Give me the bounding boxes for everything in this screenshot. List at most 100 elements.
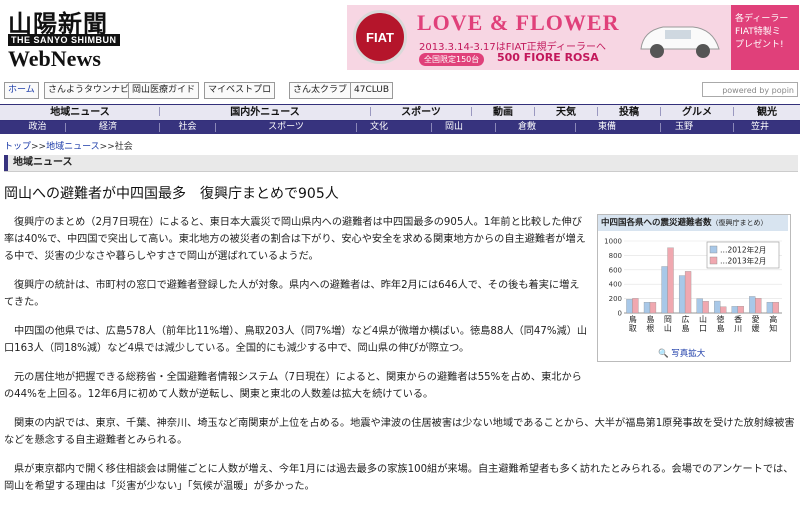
- bar-広島-0: [678, 275, 686, 314]
- x-tick-label: 愛: [752, 314, 760, 324]
- bar-鳥取-1: [632, 298, 639, 314]
- article-paragraph: 県が東京都内で開く移住相談会は開催ごとに人数が増え、今年1月には過去最多の家族1…: [4, 464, 794, 492]
- bar-愛媛-0: [749, 296, 756, 314]
- site-logo-webnews[interactable]: WebNews: [8, 46, 101, 72]
- article-paragraph: 復興庁のまとめ（2月7日現在）によると、東日本大震災で岡山県内への避難者は中四国…: [4, 217, 586, 262]
- legend-swatch: [709, 245, 718, 254]
- article-headline: 岡山への避難者が中四国最多 復興庁まとめで905人: [4, 186, 339, 202]
- x-tick-label: 島: [646, 314, 654, 324]
- nav-video[interactable]: 動画: [472, 105, 534, 120]
- link-home[interactable]: ホーム: [4, 82, 39, 99]
- bar-香川-1: [737, 306, 744, 314]
- subnav-kasaoka[interactable]: 笠井: [734, 121, 786, 134]
- bar-高知-1: [772, 302, 779, 314]
- subnav-kurashiki[interactable]: 倉敷: [496, 121, 558, 134]
- subnav-culture[interactable]: 文化: [357, 121, 401, 134]
- x-tick-label: 媛: [752, 323, 760, 333]
- legend-label: …2012年2月: [720, 245, 766, 255]
- bar-鳥取-0: [626, 299, 633, 314]
- link-47club[interactable]: 47CLUB: [350, 82, 394, 99]
- bar-広島-1: [684, 271, 692, 314]
- nav-weather[interactable]: 天気: [535, 105, 597, 120]
- x-tick-label: 山: [699, 314, 707, 324]
- evacuee-chart: 02004006008001000鳥取島根岡山広島山口徳島香川愛媛高知…2012…: [604, 238, 782, 333]
- nav-national-news[interactable]: 国内外ニュース: [160, 105, 370, 120]
- x-tick-label: 口: [699, 324, 707, 333]
- figure-title: 中四国各県への震災避難者数（復興庁まとめ）: [598, 215, 788, 231]
- article-paragraph: 中四国の他県では、広島578人（前年比11%増）、鳥取203人（同7%増）など4…: [4, 326, 588, 354]
- banner-line3: 500 FIORE ROSA: [497, 51, 599, 64]
- breadcrumb-current: 社会: [114, 142, 133, 152]
- y-tick-label: 600: [609, 266, 622, 274]
- subnav-okayama[interactable]: 岡山: [432, 121, 476, 134]
- legend-label: …2013年2月: [720, 256, 766, 266]
- link-santa-club[interactable]: さん太クラブ: [289, 82, 352, 99]
- figure-title-note: （復興庁まとめ）: [711, 219, 768, 227]
- bar-愛媛-1: [755, 298, 762, 314]
- x-tick-label: 島: [681, 323, 689, 333]
- banner-side-line: プレゼント!: [735, 40, 784, 50]
- nav-local-news[interactable]: 地域ニュース: [10, 105, 150, 120]
- x-tick-label: 鳥: [629, 314, 637, 324]
- article-paragraph: 元の居住地が把握できる総務省・全国避難者情報システム（7日現在）によると、関東か…: [4, 372, 582, 400]
- x-tick-label: 山: [664, 323, 672, 333]
- subnav-society[interactable]: 社会: [160, 121, 215, 134]
- bar-香川-0: [731, 306, 738, 314]
- breadcrumb-sep: >>: [99, 142, 115, 152]
- subnav-tobi[interactable]: 東備: [576, 121, 638, 134]
- breadcrumb: トップ>>地域ニュース>>社会: [4, 139, 133, 152]
- y-tick-label: 800: [609, 252, 622, 260]
- bar-高知-0: [766, 302, 774, 314]
- bar-徳島-1: [720, 306, 727, 314]
- nav-sports[interactable]: スポーツ: [371, 105, 471, 120]
- x-tick-label: 香: [734, 314, 742, 324]
- x-tick-label: 高: [769, 314, 777, 324]
- photo-enlarge-link[interactable]: 🔍 写真拡大: [658, 347, 705, 359]
- breadcrumb-sep: >>: [31, 142, 47, 152]
- banner-pill: 全国限定150台: [419, 53, 485, 66]
- breadcrumb-section[interactable]: 地域ニュース: [46, 142, 100, 152]
- figure-title-text: 中四国各県への震災避難者数: [601, 218, 712, 228]
- article-paragraph: 復興庁の統計は、市町村の窓口で避難者登録した人が対象。県内への避難者は、昨年2月…: [4, 280, 580, 308]
- nav-gourmet[interactable]: グルメ: [661, 105, 733, 120]
- link-town-navi[interactable]: さんようタウンナビ: [44, 82, 134, 99]
- ad-banner[interactable]: FIAT LOVE & FLOWER 2013.3.14-3.17はFIAT正規…: [347, 5, 799, 70]
- banner-side-line: FIAT特製ミ: [735, 27, 781, 37]
- link-my-best-pro[interactable]: マイベストプロ: [204, 82, 276, 99]
- x-tick-label: 川: [734, 324, 742, 333]
- legend-swatch: [709, 256, 718, 265]
- section-header: 地域ニュース: [4, 155, 798, 172]
- y-tick-label: 400: [609, 281, 622, 289]
- nav-post[interactable]: 投稿: [598, 105, 660, 120]
- article-figure[interactable]: 中四国各県への震災避難者数（復興庁まとめ） 0 200 400 600 800 1000 鳥…: [597, 214, 791, 362]
- link-medical-guide[interactable]: 岡山医療ガイド: [128, 82, 200, 99]
- bar-岡山-0: [661, 266, 668, 314]
- bar-山口-1: [702, 301, 709, 314]
- x-tick-label: 徳: [717, 314, 725, 324]
- x-tick-label: 根: [646, 323, 654, 333]
- bar-徳島-0: [714, 300, 721, 314]
- banner-title: LOVE & FLOWER: [417, 10, 620, 35]
- breadcrumb-home[interactable]: トップ: [4, 142, 31, 152]
- y-tick-label: 0: [618, 310, 622, 318]
- x-tick-label: 取: [629, 324, 637, 333]
- subnav-sports[interactable]: スポーツ: [216, 121, 356, 134]
- sub-nav: 政治 経済 社会 スポーツ 文化 岡山 倉敷 東備 玉野 笠井: [0, 121, 800, 134]
- x-tick-label: 知: [769, 323, 777, 333]
- search-input[interactable]: powered by popin: [702, 82, 798, 97]
- bar-島根-0: [643, 302, 651, 314]
- subnav-economy[interactable]: 経済: [66, 121, 150, 134]
- main-nav: 地域ニュース 国内外ニュース スポーツ 動画 天気 投稿 グルメ 観光: [0, 104, 800, 121]
- subnav-tamano[interactable]: 玉野: [661, 121, 707, 134]
- bar-岡山-1: [667, 247, 674, 314]
- nav-tourism[interactable]: 観光: [734, 105, 800, 120]
- y-tick-label: 200: [609, 295, 622, 303]
- bar-島根-1: [649, 302, 657, 314]
- banner-side-line: 各ディーラー: [735, 14, 789, 24]
- car-image: [640, 26, 720, 58]
- article-paragraph: 関東の内訳では、東京、千葉、神奈川、埼玉など南関東が上位を占める。地震や津波の住…: [4, 418, 795, 446]
- fiat-logo: FIAT: [353, 10, 407, 64]
- x-tick-label: 島: [717, 323, 725, 333]
- subnav-politics[interactable]: 政治: [10, 121, 65, 134]
- x-tick-label: 広: [681, 314, 689, 324]
